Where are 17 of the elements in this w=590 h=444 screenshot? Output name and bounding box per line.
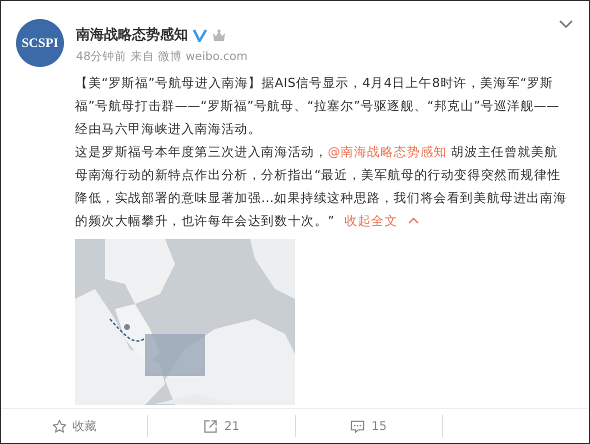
mention-link[interactable]: @南海战略态势感知 (328, 144, 447, 159)
comment-icon (350, 418, 366, 434)
chevron-up-icon (408, 217, 419, 224)
post-text: 【美“罗斯福”号航母进入南海】据AIS信号显示，4月4日上午8时许，美海军“罗斯福”号航母打击群——“罗斯福”号航母、“拉塞尔”号驱逐舰、“邦克山”号巡洋舰——经由马六甲海峡进入南海活动。 (75, 74, 560, 138)
action-button[interactable]: 15 (350, 418, 387, 434)
share-icon (203, 418, 218, 434)
action-button[interactable]: 收藏 (52, 418, 97, 434)
avatar-logo[interactable]: SCSPI (16, 19, 64, 67)
star-icon (52, 418, 67, 434)
verified-icon (193, 28, 207, 42)
author-name[interactable]: 南海战略态势感知 (76, 26, 188, 44)
post-text: 这是罗斯福号本年度第三次进入南海活动，@南海战略态势感知 胡波主任曾就美航母南海行动的新特点作出分析，分析指出“最近，美军航母的行动变得突然而规律性降低，实战部署的意味显著加强...如果持续这种思路，我们将会看到美航母进出南海的频次大幅攀升，也许每年会达到数十次。” 收起全文 (75, 140, 569, 232)
crown-icon (212, 28, 226, 42)
post-meta: 48分钟前 来自 微博 weibo.com (76, 49, 248, 64)
action-button[interactable]: 21 (203, 418, 240, 434)
collapse-link[interactable]: 收起全文 (344, 209, 419, 232)
chevron-down-icon[interactable] (559, 20, 573, 29)
